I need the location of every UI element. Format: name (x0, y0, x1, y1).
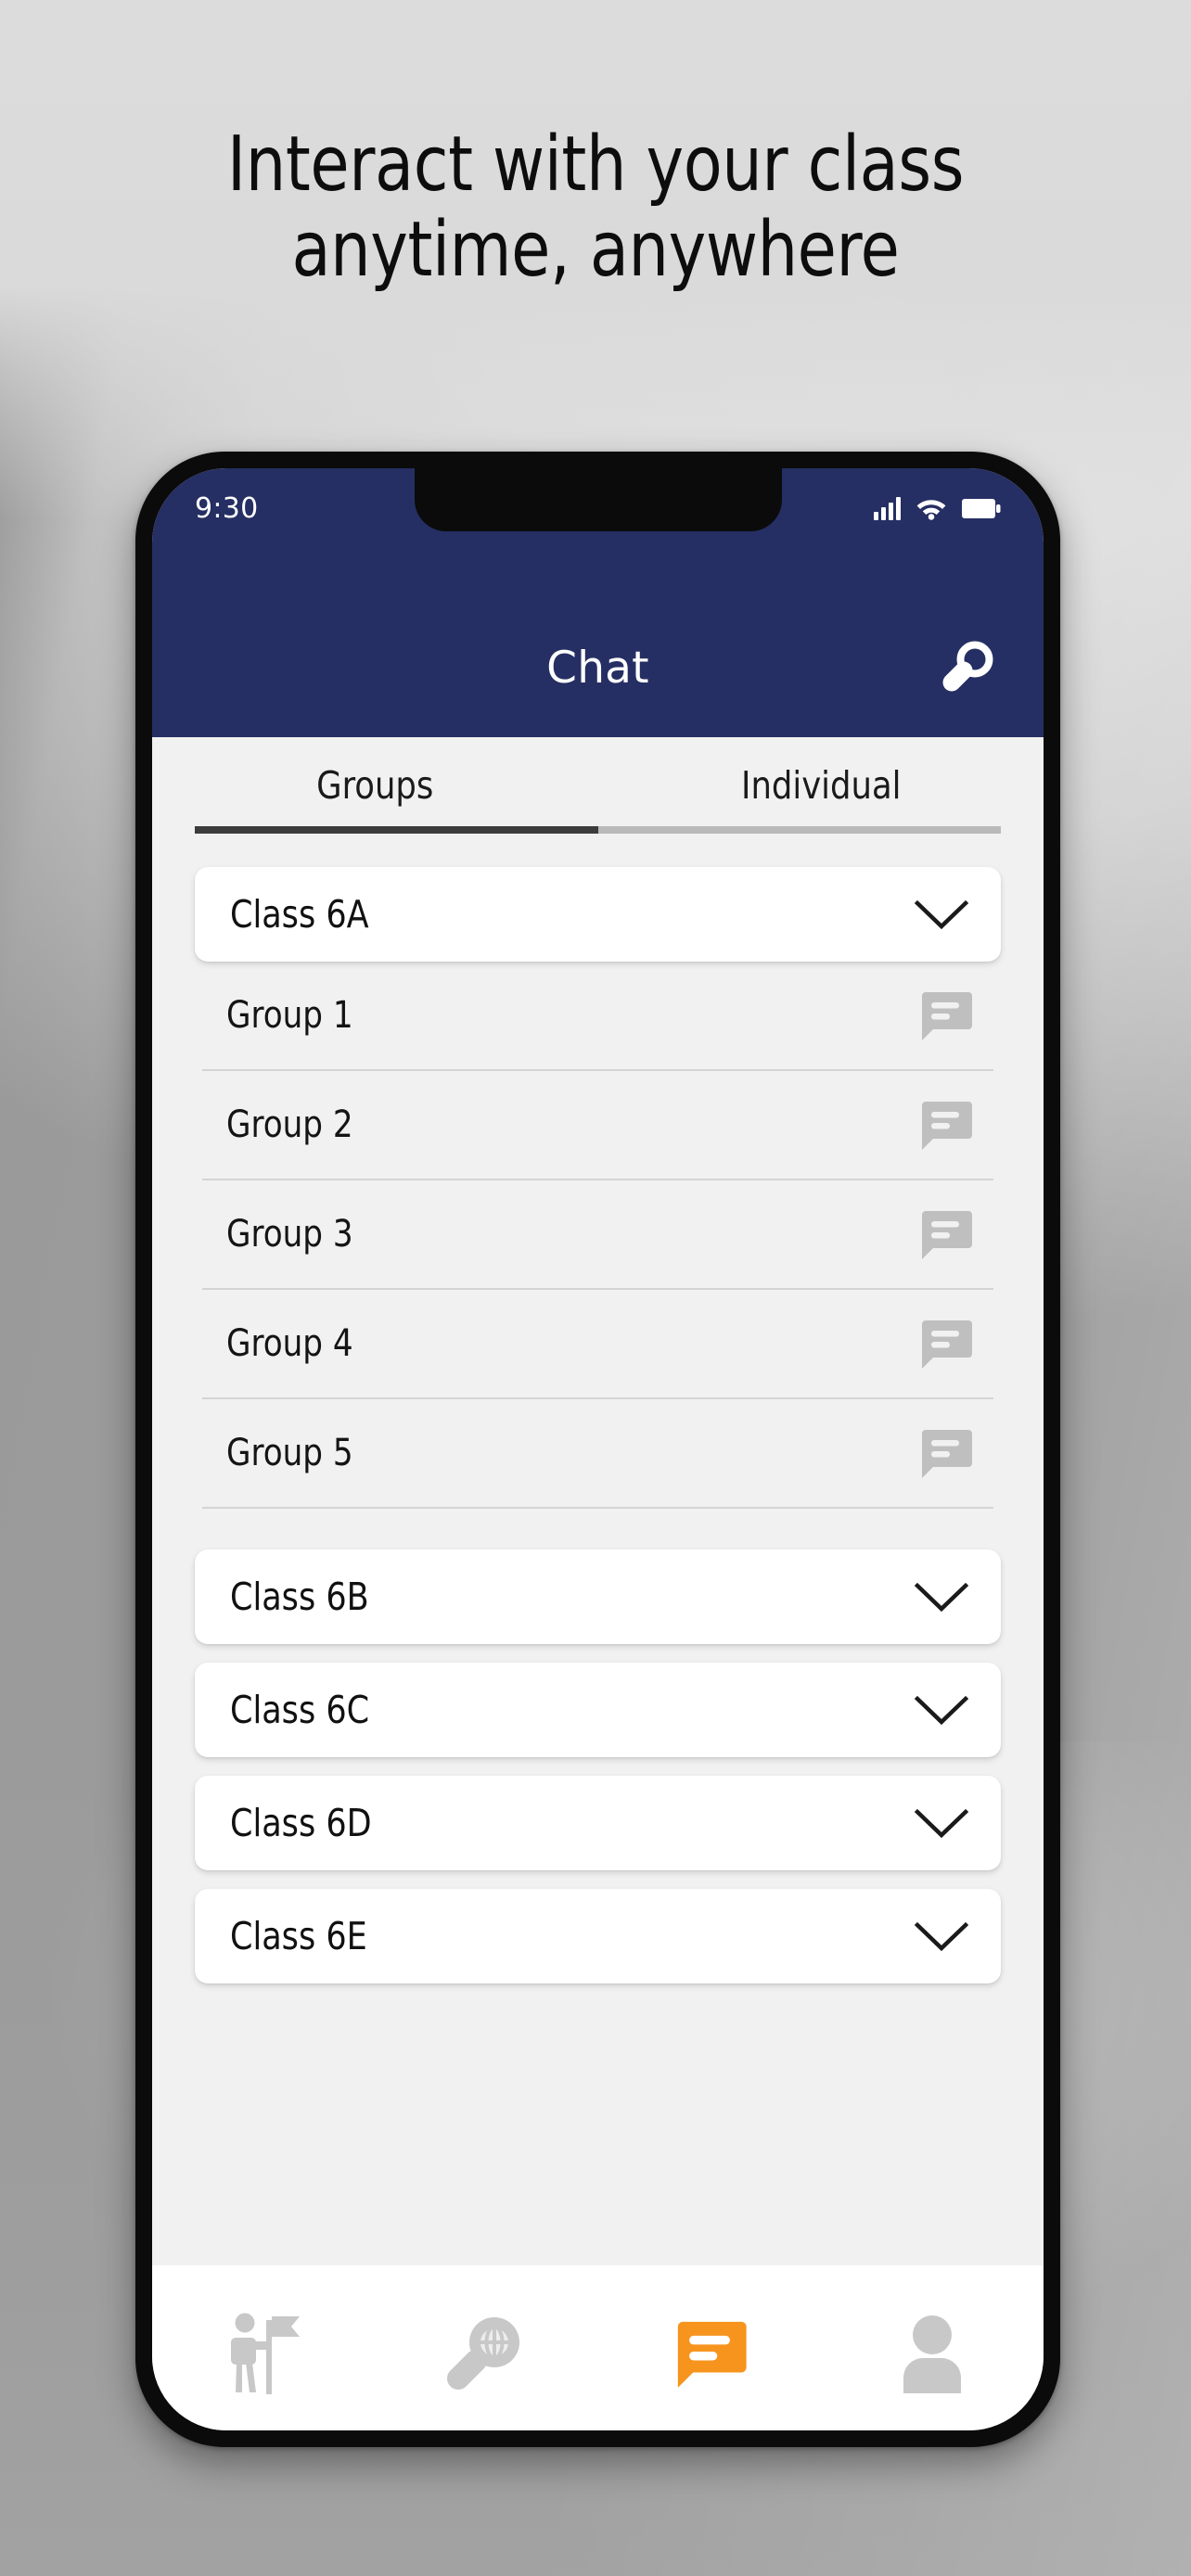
nav-item-tour[interactable] (189, 2302, 338, 2404)
app-header-bar: Chat (152, 598, 1044, 737)
cellular-signal-icon (874, 496, 901, 520)
list-item[interactable]: Group 5 (202, 1399, 993, 1509)
group-list-6a: Group 1 Group 2 Group 3 Group 4 Group 5 (202, 962, 993, 1509)
status-bar: 9:30 (152, 468, 1044, 531)
nav-item-chat[interactable] (635, 2302, 784, 2404)
phone-screen: 9:30 Chat Groups Individual Class 6A Gro… (152, 468, 1044, 2430)
group-label: Group 5 (226, 1432, 353, 1474)
headline-line-1: Interact with your class (226, 121, 965, 209)
group-label: Group 4 (226, 1322, 353, 1365)
tab-groups[interactable]: Groups (161, 758, 589, 826)
card-spacer (195, 1870, 1001, 1889)
class-card-6d[interactable]: Class 6D (195, 1776, 1001, 1870)
chevron-down-icon (912, 1691, 971, 1728)
nav-item-explore[interactable] (412, 2302, 560, 2404)
page-title: Chat (546, 642, 649, 694)
group-label: Group 1 (226, 994, 353, 1037)
tab-underline-inactive (597, 826, 1001, 834)
profile-icon (895, 2314, 969, 2393)
class-card-6a[interactable]: Class 6A (195, 867, 1001, 962)
globe-search-icon (443, 2311, 529, 2396)
chat-tabs-row: Groups Individual (152, 758, 1044, 826)
class-card-label: Class 6E (230, 1914, 367, 1958)
marketing-headline: Interact with your class anytime, anywhe… (42, 122, 1149, 293)
class-card-label: Class 6B (230, 1575, 369, 1619)
chat-bubble-icon[interactable] (917, 1207, 973, 1261)
chat-class-list[interactable]: Class 6A Group 1 Group 2 Group 3 Group 4… (152, 834, 1044, 2265)
search-button[interactable] (930, 631, 1003, 704)
class-card-label: Class 6D (230, 1801, 372, 1845)
list-item[interactable]: Group 3 (202, 1180, 993, 1290)
list-item[interactable]: Group 1 (202, 962, 993, 1071)
chat-tabs-underline (195, 826, 1001, 834)
class-card-6b[interactable]: Class 6B (195, 1549, 1001, 1644)
group-label: Group 2 (226, 1103, 353, 1146)
card-spacer (195, 1757, 1001, 1776)
chat-bubble-icon[interactable] (917, 1317, 973, 1371)
list-item[interactable]: Group 2 (202, 1071, 993, 1180)
list-item[interactable]: Group 4 (202, 1290, 993, 1399)
phone-device-frame: 9:30 Chat Groups Individual Class 6A Gro… (135, 452, 1060, 2447)
status-bar-icons (874, 496, 1001, 520)
class-card-label: Class 6C (230, 1688, 370, 1732)
tour-guide-icon (224, 2311, 303, 2396)
nav-item-profile[interactable] (858, 2302, 1006, 2404)
chevron-down-icon (912, 1804, 971, 1842)
chat-bubble-icon[interactable] (917, 1098, 973, 1152)
chevron-down-icon (912, 896, 971, 933)
class-card-6c[interactable]: Class 6C (195, 1663, 1001, 1757)
tab-underline-active (195, 826, 598, 834)
chevron-down-icon (912, 1578, 971, 1615)
search-icon (935, 636, 998, 699)
status-bar-time: 9:30 (195, 491, 259, 525)
chat-bubble-icon[interactable] (917, 988, 973, 1042)
headline-line-2: anytime, anywhere (291, 205, 900, 294)
card-spacer (195, 1644, 1001, 1663)
bottom-navigation-bar (152, 2265, 1044, 2430)
class-card-6e[interactable]: Class 6E (195, 1889, 1001, 1983)
class-card-label: Class 6A (230, 892, 369, 937)
wifi-icon (916, 497, 946, 520)
tab-individual[interactable]: Individual (607, 758, 1034, 826)
app-header: 9:30 Chat (152, 468, 1044, 737)
chevron-down-icon (912, 1918, 971, 1955)
chat-bubble-icon (672, 2316, 748, 2391)
chat-bubble-icon[interactable] (917, 1426, 973, 1480)
battery-icon (962, 498, 1001, 519)
group-label: Group 3 (226, 1213, 353, 1256)
chat-tabs: Groups Individual (152, 737, 1044, 834)
